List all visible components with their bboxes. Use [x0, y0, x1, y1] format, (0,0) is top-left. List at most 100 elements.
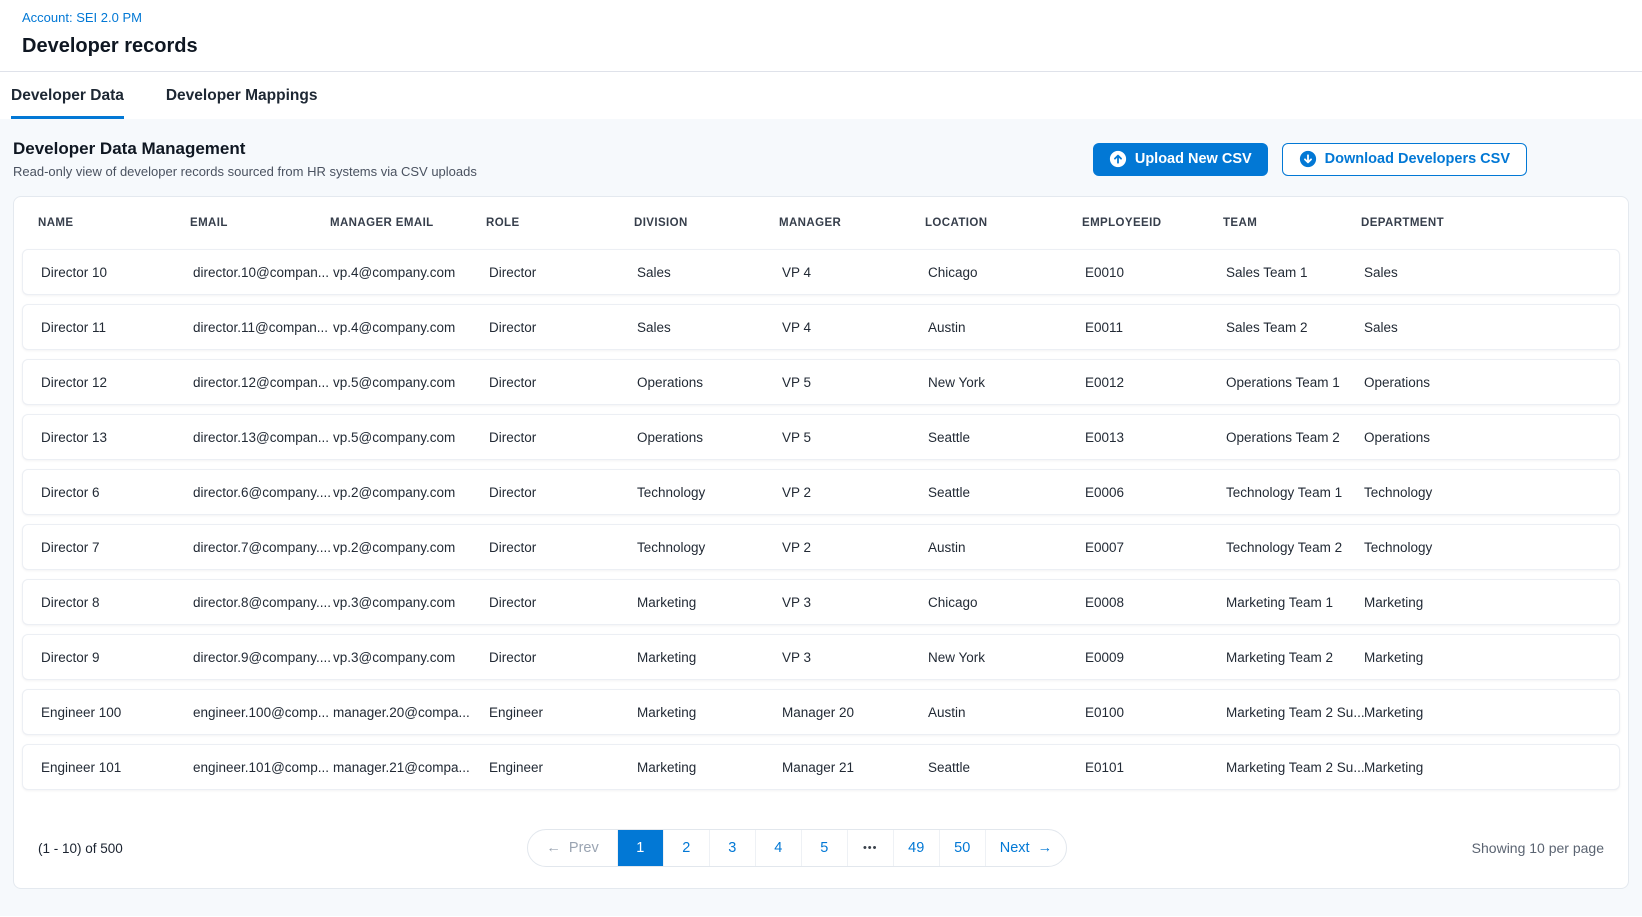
table-cell: E0100: [1085, 705, 1226, 720]
table-cell: Sales: [637, 320, 782, 335]
table-cell: director.9@company....: [193, 650, 333, 665]
page-number-label: 3: [728, 840, 736, 856]
developer-table-card: NAMEEMAILMANAGER EMAILROLEDIVISIONMANAGE…: [13, 196, 1629, 889]
column-header: MANAGER: [779, 217, 925, 229]
table-cell: vp.2@company.com: [333, 540, 489, 555]
table-cell: director.7@company....: [193, 540, 333, 555]
table-cell: Director 11: [41, 320, 193, 335]
column-header: EMAIL: [190, 217, 330, 229]
pagination-page-3[interactable]: 3: [710, 830, 756, 866]
upload-button-label: Upload New CSV: [1135, 151, 1252, 167]
table-row: Director 8director.8@company....vp.3@com…: [22, 579, 1620, 625]
table-body: Director 10director.10@compan...vp.4@com…: [14, 249, 1628, 808]
table-cell: Marketing: [637, 760, 782, 775]
table-cell: VP 4: [782, 320, 928, 335]
table-cell: Sales Team 2: [1226, 320, 1364, 335]
table-cell: Marketing Team 1: [1226, 595, 1364, 610]
pagination-page-1[interactable]: 1: [618, 830, 664, 866]
table-cell: E0013: [1085, 430, 1226, 445]
table-cell: E0007: [1085, 540, 1226, 555]
column-header: NAME: [38, 217, 190, 229]
table-cell: Marketing: [637, 705, 782, 720]
table-cell: New York: [928, 375, 1085, 390]
table-cell: Marketing: [637, 595, 782, 610]
table-cell: Marketing Team 2 Su...: [1226, 760, 1364, 775]
table-cell: Austin: [928, 705, 1085, 720]
table-cell: Director: [489, 375, 637, 390]
download-developers-csv-button[interactable]: Download Developers CSV: [1282, 143, 1527, 176]
upload-icon: [1109, 150, 1127, 168]
table-cell: Sales: [637, 265, 782, 280]
next-label: Next: [1000, 840, 1030, 856]
table-cell: vp.5@company.com: [333, 375, 489, 390]
table-cell: director.8@company....: [193, 595, 333, 610]
table-cell: Austin: [928, 540, 1085, 555]
tab-developer-data[interactable]: Developer Data: [11, 72, 124, 119]
prev-arrow-icon: ←: [546, 840, 561, 856]
pagination-page-49[interactable]: 49: [894, 830, 940, 866]
table-cell: VP 3: [782, 650, 928, 665]
table-cell: Director 13: [41, 430, 193, 445]
table-cell: E0012: [1085, 375, 1226, 390]
table-cell: vp.4@company.com: [333, 265, 489, 280]
table-cell: VP 5: [782, 375, 928, 390]
section-title: Developer Data Management: [13, 139, 477, 159]
pagination-page-2[interactable]: 2: [664, 830, 710, 866]
pagination-page-50[interactable]: 50: [940, 830, 986, 866]
table-cell: Operations Team 1: [1226, 375, 1364, 390]
table-cell: director.13@compan...: [193, 430, 333, 445]
table-cell: Engineer 100: [41, 705, 193, 720]
table-cell: Director 9: [41, 650, 193, 665]
table-cell: Marketing: [1364, 595, 1601, 610]
table-cell: Director 6: [41, 485, 193, 500]
table-cell: director.11@compan...: [193, 320, 333, 335]
table-cell: VP 2: [782, 485, 928, 500]
table-cell: Director: [489, 595, 637, 610]
table-cell: Director: [489, 485, 637, 500]
table-cell: New York: [928, 650, 1085, 665]
table-cell: manager.20@compa...: [333, 705, 489, 720]
table-cell: Sales: [1364, 320, 1601, 335]
result-range-label: (1 - 10) of 500: [38, 841, 123, 856]
table-cell: Chicago: [928, 595, 1085, 610]
table-cell: E0006: [1085, 485, 1226, 500]
table-cell: VP 3: [782, 595, 928, 610]
pagination-page-4[interactable]: 4: [756, 830, 802, 866]
tab-developer-mappings[interactable]: Developer Mappings: [166, 72, 318, 119]
column-header: LOCATION: [925, 217, 1082, 229]
prev-label: Prev: [569, 840, 599, 856]
page-number-label: 50: [954, 840, 970, 856]
pagination-prev-button[interactable]: ← Prev: [528, 830, 617, 866]
section-header: Developer Data Management Read-only view…: [13, 139, 1629, 179]
column-header: DEPARTMENT: [1361, 217, 1604, 229]
pagination-page-5[interactable]: 5: [802, 830, 848, 866]
table-cell: Operations: [1364, 430, 1601, 445]
table-cell: Technology: [637, 485, 782, 500]
table-cell: Director: [489, 540, 637, 555]
ellipsis-icon: •••: [863, 842, 878, 854]
table-cell: Director: [489, 320, 637, 335]
table-cell: VP 5: [782, 430, 928, 445]
upload-new-csv-button[interactable]: Upload New CSV: [1093, 143, 1268, 176]
page-title: Developer records: [22, 35, 1620, 58]
table-cell: vp.3@company.com: [333, 595, 489, 610]
table-cell: vp.4@company.com: [333, 320, 489, 335]
table-cell: director.6@company....: [193, 485, 333, 500]
table-footer: (1 - 10) of 500 ← Prev 12 3 45 ••• 49 50 Next → S…: [14, 808, 1628, 888]
table-row: Director 10director.10@compan...vp.4@com…: [22, 249, 1620, 295]
table-cell: engineer.101@comp...: [193, 760, 333, 775]
column-header: ROLE: [486, 217, 634, 229]
table-cell: Engineer: [489, 760, 637, 775]
table-cell: Director 10: [41, 265, 193, 280]
pagination-next-button[interactable]: Next →: [986, 830, 1066, 866]
per-page-label: Showing 10 per page: [1472, 840, 1604, 856]
account-breadcrumb-link[interactable]: Account: SEI 2.0 PM: [22, 10, 142, 25]
table-cell: Sales Team 1: [1226, 265, 1364, 280]
table-cell: E0101: [1085, 760, 1226, 775]
next-arrow-icon: →: [1038, 840, 1053, 856]
table-row: Engineer 101engineer.101@comp...manager.…: [22, 744, 1620, 790]
pagination: ← Prev 12 3 45 ••• 49 50 Next →: [527, 829, 1067, 867]
table-cell: Manager 20: [782, 705, 928, 720]
table-cell: vp.3@company.com: [333, 650, 489, 665]
table-cell: Marketing: [1364, 650, 1601, 665]
